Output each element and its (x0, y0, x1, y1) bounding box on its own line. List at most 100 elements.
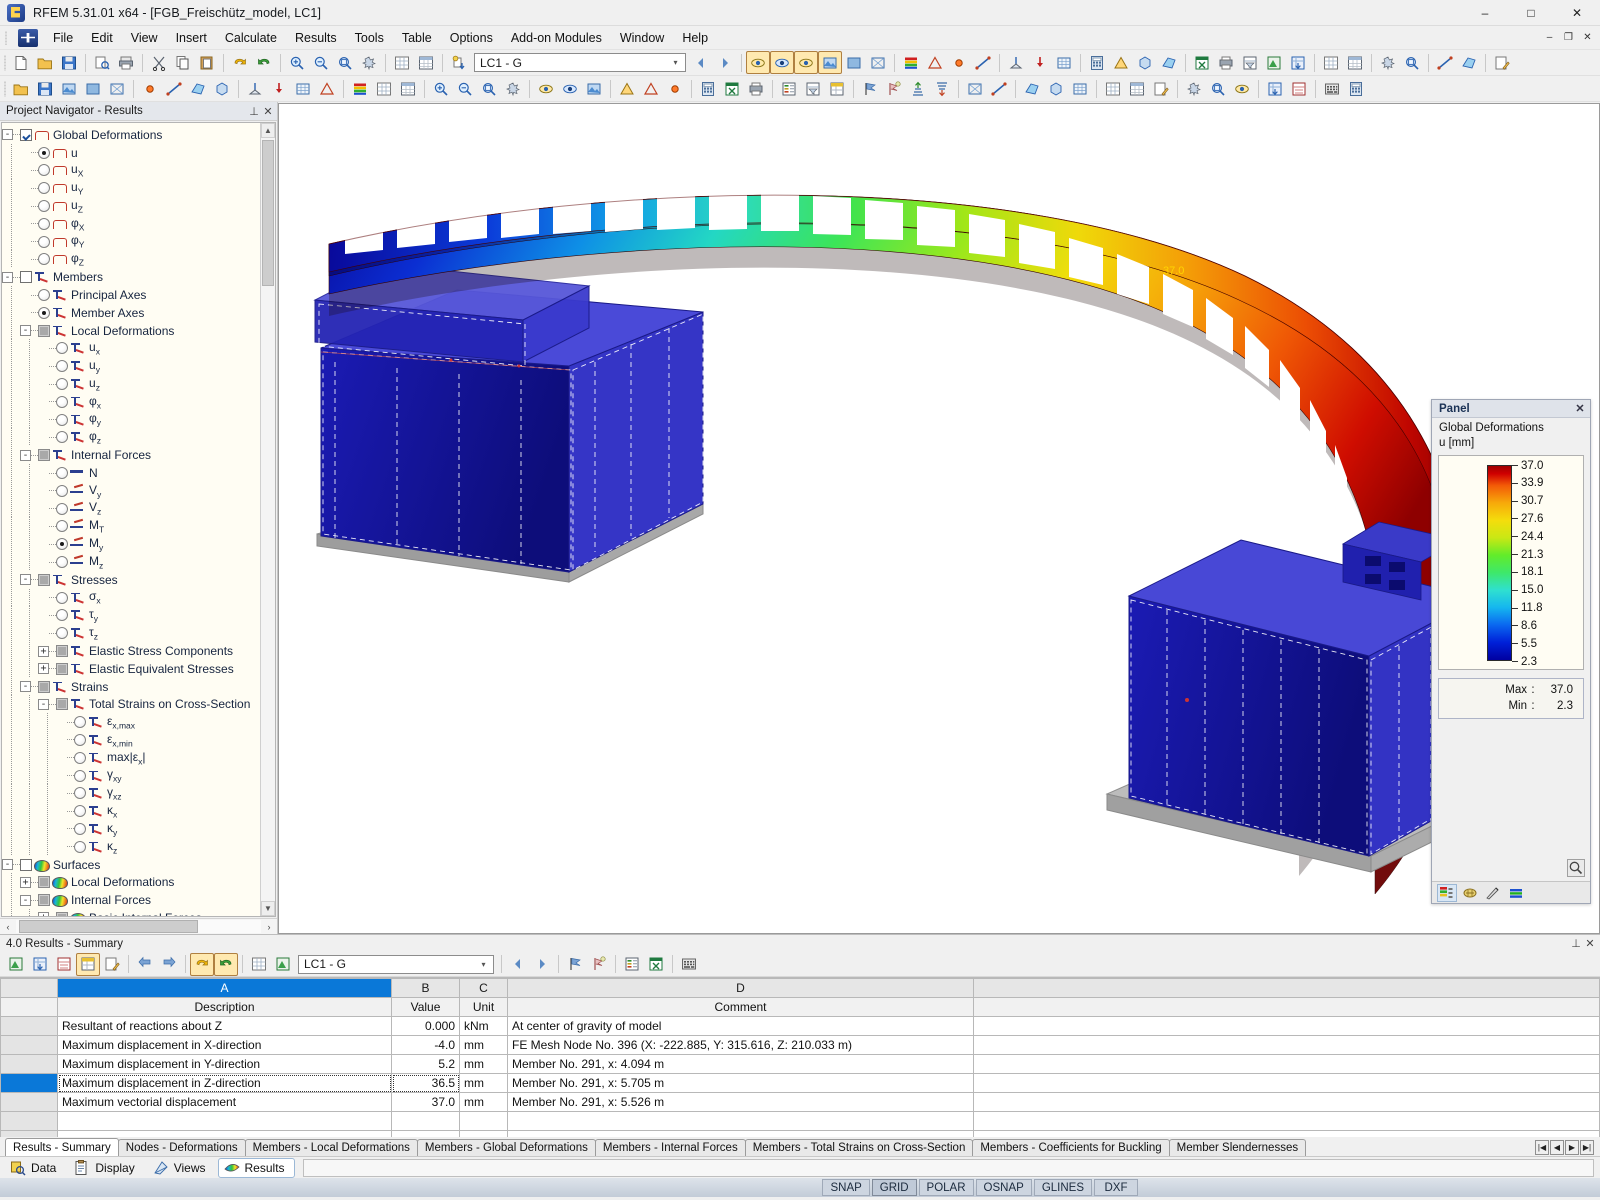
color-legend[interactable]: 37.0 33.9 30.7 27.6 24.4 21.3 18.1 15.0 11.8 8.6 5… (1438, 455, 1584, 670)
tree-node[interactable]: My (2, 535, 275, 554)
cell-comment[interactable]: At center of gravity of model (507, 1016, 974, 1036)
tree-radio[interactable] (38, 289, 50, 302)
cell-value[interactable]: -4.0 (391, 1035, 460, 1055)
paste-button[interactable] (195, 51, 219, 74)
tree-node[interactable]: - Internal Forces (2, 891, 275, 910)
cell-comment[interactable]: Member No. 291, x: 5.526 m (507, 1092, 974, 1112)
left-button[interactable] (689, 51, 713, 74)
tblyellow-button[interactable] (825, 77, 849, 100)
eye-button[interactable] (1230, 77, 1254, 100)
tblred-button[interactable] (1287, 77, 1311, 100)
mdi-minimize-button[interactable]: – (1541, 30, 1558, 45)
eye-button[interactable] (794, 51, 818, 74)
tree-node[interactable]: + Elastic Stress Components (2, 642, 275, 661)
toolbar2-grip-handle[interactable] (2, 79, 9, 99)
cell-value[interactable]: 36.5 (391, 1073, 460, 1093)
legendbtn-button[interactable] (777, 77, 801, 100)
undo-button[interactable] (228, 51, 252, 74)
save-button[interactable] (57, 51, 81, 74)
grid-button[interactable] (390, 51, 414, 74)
sheet-nav-button-2[interactable]: ▶ (1565, 1140, 1579, 1155)
sortdown-button[interactable] (930, 77, 954, 100)
tree-radio[interactable] (74, 822, 86, 835)
grid-button[interactable] (372, 77, 396, 100)
navigator-horizontal-scrollbar[interactable]: ‹ › (0, 918, 277, 934)
tree-radio[interactable] (38, 217, 50, 230)
pencil-button[interactable] (1490, 51, 1514, 74)
line-button[interactable] (162, 77, 186, 100)
tree-node[interactable]: uY (2, 179, 275, 198)
column-header-blank[interactable] (973, 978, 1600, 998)
tri2-button[interactable] (615, 77, 639, 100)
cell-comment[interactable]: Member No. 291, x: 4.094 m (507, 1054, 974, 1074)
wire-button[interactable] (866, 51, 890, 74)
excel-button[interactable] (644, 953, 668, 976)
collapse-expander-icon[interactable]: - (38, 698, 49, 710)
table-button[interactable] (1125, 77, 1149, 100)
eye2-button[interactable] (770, 51, 794, 74)
new-button[interactable] (9, 51, 33, 74)
node-button[interactable] (138, 77, 162, 100)
menu-item-add-on-modules[interactable]: Add-on Modules (502, 28, 611, 48)
keypad-button[interactable] (677, 953, 701, 976)
close-button[interactable]: ✕ (1554, 0, 1600, 26)
sheet-nav-button-1[interactable]: ◀ (1550, 1140, 1564, 1155)
calc-button[interactable] (696, 77, 720, 100)
mesh-button[interactable] (291, 77, 315, 100)
tree-radio[interactable] (74, 716, 86, 729)
table-button[interactable] (1343, 51, 1367, 74)
tree-node[interactable]: - Internal Forces (2, 446, 275, 465)
menu-item-file[interactable]: File (44, 28, 82, 48)
arrowleft2-button[interactable] (133, 953, 157, 976)
status-tab-display[interactable]: Display (68, 1158, 144, 1178)
filtergrid-button[interactable] (1238, 51, 1262, 74)
tree-node[interactable]: max|εx| (2, 748, 275, 767)
redo-button[interactable] (252, 51, 276, 74)
tree-radio[interactable] (38, 235, 50, 248)
cell-description[interactable]: Maximum displacement in X-direction (57, 1035, 392, 1055)
pan-button[interactable] (501, 77, 525, 100)
table-row[interactable]: Maximum vectorial displacement37.0mmMemb… (0, 1092, 1600, 1112)
tblblue-button[interactable] (1263, 77, 1287, 100)
sheet-nav-button-3[interactable]: ▶| (1580, 1140, 1594, 1155)
table-row[interactable]: Maximum displacement in Z-direction36.5m… (0, 1073, 1600, 1093)
cell-unit[interactable]: mm (459, 1054, 508, 1074)
tree-node[interactable]: - Total Strains on Cross-Section (2, 695, 275, 714)
cell-comment[interactable]: FE Mesh Node No. 396 (X: -222.885, Y: 31… (507, 1035, 974, 1055)
status-tab-data[interactable]: Data (4, 1158, 66, 1178)
tree-checkbox-partial[interactable] (38, 876, 50, 889)
table-row[interactable]: Maximum displacement in X-direction-4.0m… (0, 1035, 1600, 1055)
arrowright2-button[interactable] (157, 953, 181, 976)
tree-node[interactable]: τz (2, 624, 275, 643)
printer2-button[interactable] (1214, 51, 1238, 74)
copy-button[interactable] (171, 51, 195, 74)
tblgreen-button[interactable] (1262, 51, 1286, 74)
sheet-tab-results-summary[interactable]: Results - Summary (5, 1138, 119, 1156)
table-button[interactable] (414, 51, 438, 74)
cell-description[interactable]: Maximum displacement in Y-direction (57, 1054, 392, 1074)
render-button[interactable] (818, 51, 842, 74)
panel-close-icon[interactable]: ✕ (1573, 402, 1587, 415)
tree-radio[interactable] (38, 253, 50, 266)
tree-radio[interactable] (74, 805, 86, 818)
tree-node[interactable]: ux (2, 339, 275, 358)
surface-button[interactable] (1020, 77, 1044, 100)
cell-unit[interactable]: mm (459, 1073, 508, 1093)
tree-node[interactable]: σx (2, 588, 275, 607)
snap-mode-osnap[interactable]: OSNAP (975, 1179, 1032, 1196)
cell-blank[interactable] (973, 1092, 1600, 1112)
row-selector-cell[interactable] (0, 1035, 58, 1055)
zoomall-button[interactable] (1400, 51, 1424, 74)
render-button[interactable] (57, 77, 81, 100)
table-button[interactable] (396, 77, 420, 100)
node-button[interactable] (947, 51, 971, 74)
expand-expander-icon[interactable]: + (38, 645, 49, 657)
tree-checkbox-partial[interactable] (56, 698, 68, 711)
tree-checkbox-partial[interactable] (38, 680, 50, 693)
cell-comment[interactable]: Member No. 291, x: 5.705 m (507, 1073, 974, 1093)
tblyellow-button[interactable] (76, 952, 100, 976)
tree-node[interactable]: γxz (2, 784, 275, 803)
menu-item-window[interactable]: Window (611, 28, 673, 48)
magnifier-icon[interactable] (1567, 859, 1585, 877)
cut-button[interactable] (147, 51, 171, 74)
